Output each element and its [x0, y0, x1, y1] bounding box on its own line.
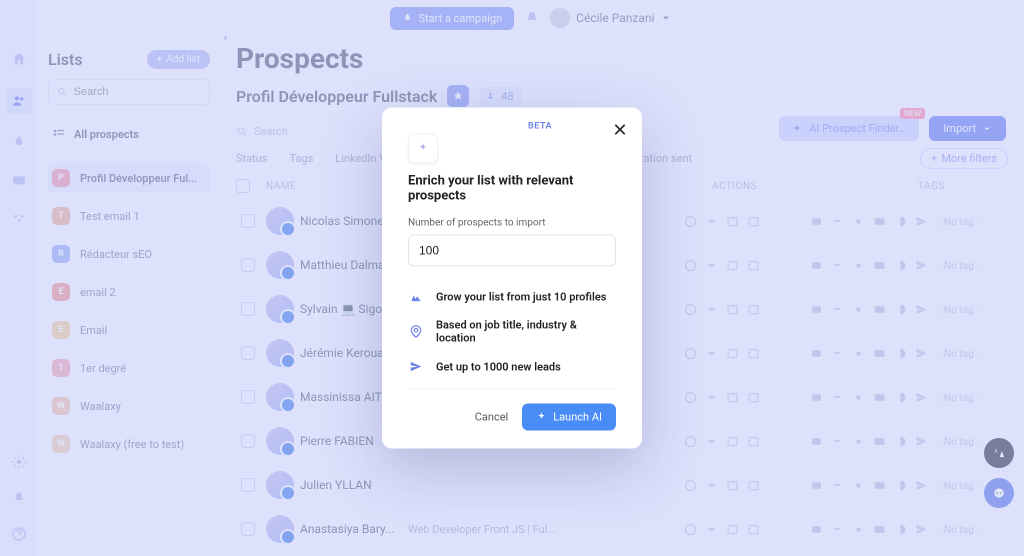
- spark-box: [408, 134, 438, 164]
- modal-heading: Enrich your list with relevant prospects: [408, 174, 616, 204]
- close-button[interactable]: [610, 120, 630, 140]
- input-label: Number of prospects to import: [408, 218, 616, 229]
- feature-icon: [408, 359, 424, 375]
- feature-icon: [408, 289, 424, 305]
- modal-feature: Get up to 1000 new leads: [408, 359, 616, 375]
- feature-text: Grow your list from just 10 profiles: [436, 290, 606, 303]
- ai-enrich-modal: BETA Enrich your list with relevant pros…: [382, 108, 642, 449]
- beta-badge: BETA: [528, 122, 552, 132]
- feature-icon: [408, 324, 424, 340]
- launch-ai-button[interactable]: Launch AI: [522, 404, 616, 431]
- cancel-button[interactable]: Cancel: [475, 411, 508, 424]
- feature-text: Get up to 1000 new leads: [436, 360, 561, 373]
- modal-feature: Based on job title, industry & location: [408, 319, 616, 345]
- close-icon: [612, 122, 628, 138]
- modal-feature: Grow your list from just 10 profiles: [408, 289, 616, 305]
- prospect-count-input[interactable]: [408, 235, 616, 267]
- feature-text: Based on job title, industry & location: [436, 319, 616, 345]
- sparkle-icon: [536, 412, 547, 423]
- launch-label: Launch AI: [553, 411, 602, 424]
- sparkle-icon: [416, 142, 430, 156]
